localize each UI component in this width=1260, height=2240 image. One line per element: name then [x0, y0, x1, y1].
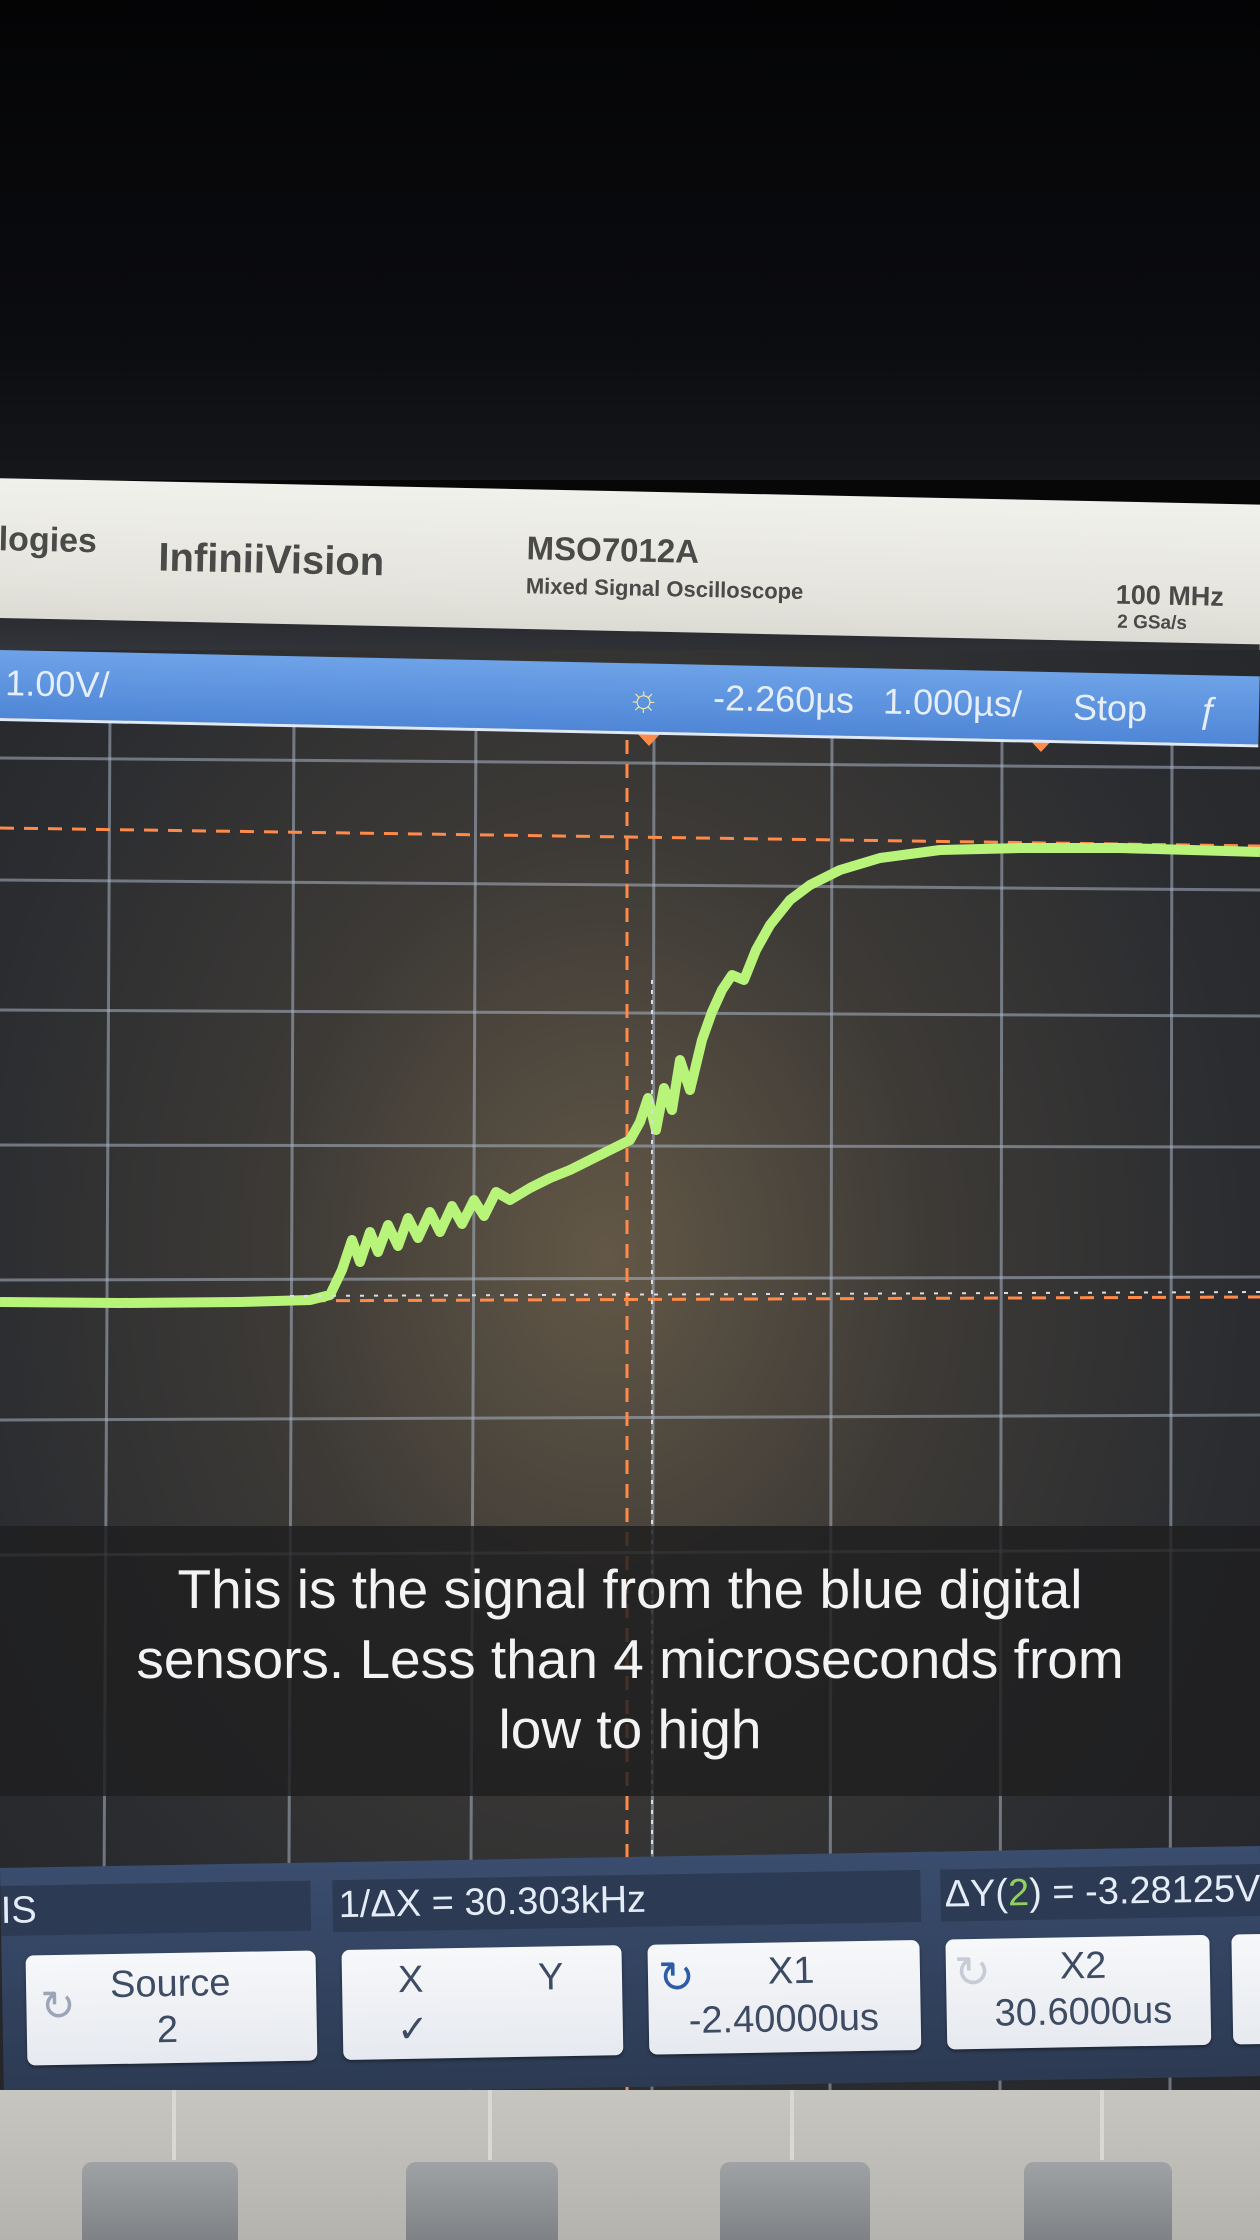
background-dark-wall: [0, 0, 1260, 480]
softkey-bar: IS 1/ΔX = 30.303kHz ΔY(2) = -3.28125V ↻ …: [0, 1846, 1260, 2098]
hardware-softkey-3[interactable]: [720, 2162, 870, 2240]
hardware-softkey-4[interactable]: [1024, 2162, 1172, 2240]
xy-mode-softkey[interactable]: X Y ✓: [341, 1945, 624, 2061]
timebase-scale: 1.000µs/: [882, 680, 1023, 725]
next-softkey[interactable]: [1231, 1933, 1260, 2045]
measurement-cell: 1/ΔX = 30.303kHz: [332, 1869, 922, 1933]
x2-value: 30.6000us: [994, 1989, 1173, 2035]
panel-divider: [172, 2090, 176, 2160]
checkmark-icon: ✓: [396, 2008, 430, 2052]
grid-hline: [0, 1008, 1260, 1018]
grid-hline: [0, 878, 1260, 892]
brand-name: InfiniiVision: [157, 535, 385, 585]
center-axis-horizontal: [289, 1291, 1260, 1297]
grid-hline: [0, 1413, 1260, 1422]
caption-line-1: This is the signal from the blue digital: [177, 1558, 1083, 1620]
brand-fragment: logies: [0, 520, 98, 561]
channel-scale: 1.00V/: [4, 662, 110, 706]
run-state: Stop: [1072, 686, 1148, 730]
trigger-status-icon: ☼: [626, 677, 661, 719]
caption-line-3: low to high: [498, 1698, 762, 1760]
caption-overlay: This is the signal from the blue digital…: [0, 1526, 1260, 1796]
panel-divider: [790, 2090, 794, 2160]
source-softkey[interactable]: ↻ Source 2: [25, 1950, 318, 2066]
rotate-knob-icon: ↻: [953, 1947, 992, 1998]
x1-value: -2.40000us: [688, 1996, 880, 2042]
sample-rate-label: 2 GSa/s: [1117, 611, 1188, 635]
measurement-cell: IS: [0, 1880, 312, 1936]
grid-hline: [0, 1275, 1260, 1282]
grid-hline: [0, 756, 1260, 770]
model-subtitle: Mixed Signal Oscilloscope: [525, 573, 804, 605]
measurement-cell: ΔY(2) = -3.28125V: [940, 1863, 1260, 1922]
x1-label: X1: [767, 1949, 815, 1993]
hardware-softkey-2[interactable]: [406, 2162, 558, 2240]
rotate-knob-icon: ↻: [657, 1952, 696, 2003]
panel-divider: [1100, 2090, 1104, 2160]
model-number: MSO7012A: [526, 529, 700, 570]
front-panel: [0, 2090, 1260, 2240]
x2-label: X2: [1059, 1944, 1107, 1988]
x1-cursor-softkey[interactable]: ↻ X1 -2.40000us: [647, 1939, 922, 2055]
delta-y-readout: ΔY(2) = -3.28125V: [944, 1868, 1260, 1916]
x-mode-label: X: [397, 1958, 424, 2002]
panel-divider: [488, 2090, 492, 2160]
source-label: Source: [109, 1961, 231, 2007]
time-delay: -2.260µs: [712, 676, 855, 721]
inverse-delta-x-readout: 1/ΔX = 30.303kHz: [338, 1878, 647, 1927]
measurement-fragment: IS: [0, 1889, 38, 1932]
y-mode-label: Y: [537, 1956, 564, 1999]
source-value: 2: [156, 2008, 179, 2052]
x2-cursor-softkey[interactable]: ↻ X2 30.6000us: [945, 1934, 1212, 2050]
bandwidth-label: 100 MHz: [1115, 579, 1225, 612]
rotate-knob-icon: ↻: [40, 1981, 77, 2030]
caption-line-2: sensors. Less than 4 microseconds from: [136, 1628, 1124, 1690]
trigger-edge-icon: ƒ: [1198, 689, 1220, 731]
hardware-softkey-1[interactable]: [82, 2162, 238, 2240]
signal-trace: [0, 843, 1260, 1308]
